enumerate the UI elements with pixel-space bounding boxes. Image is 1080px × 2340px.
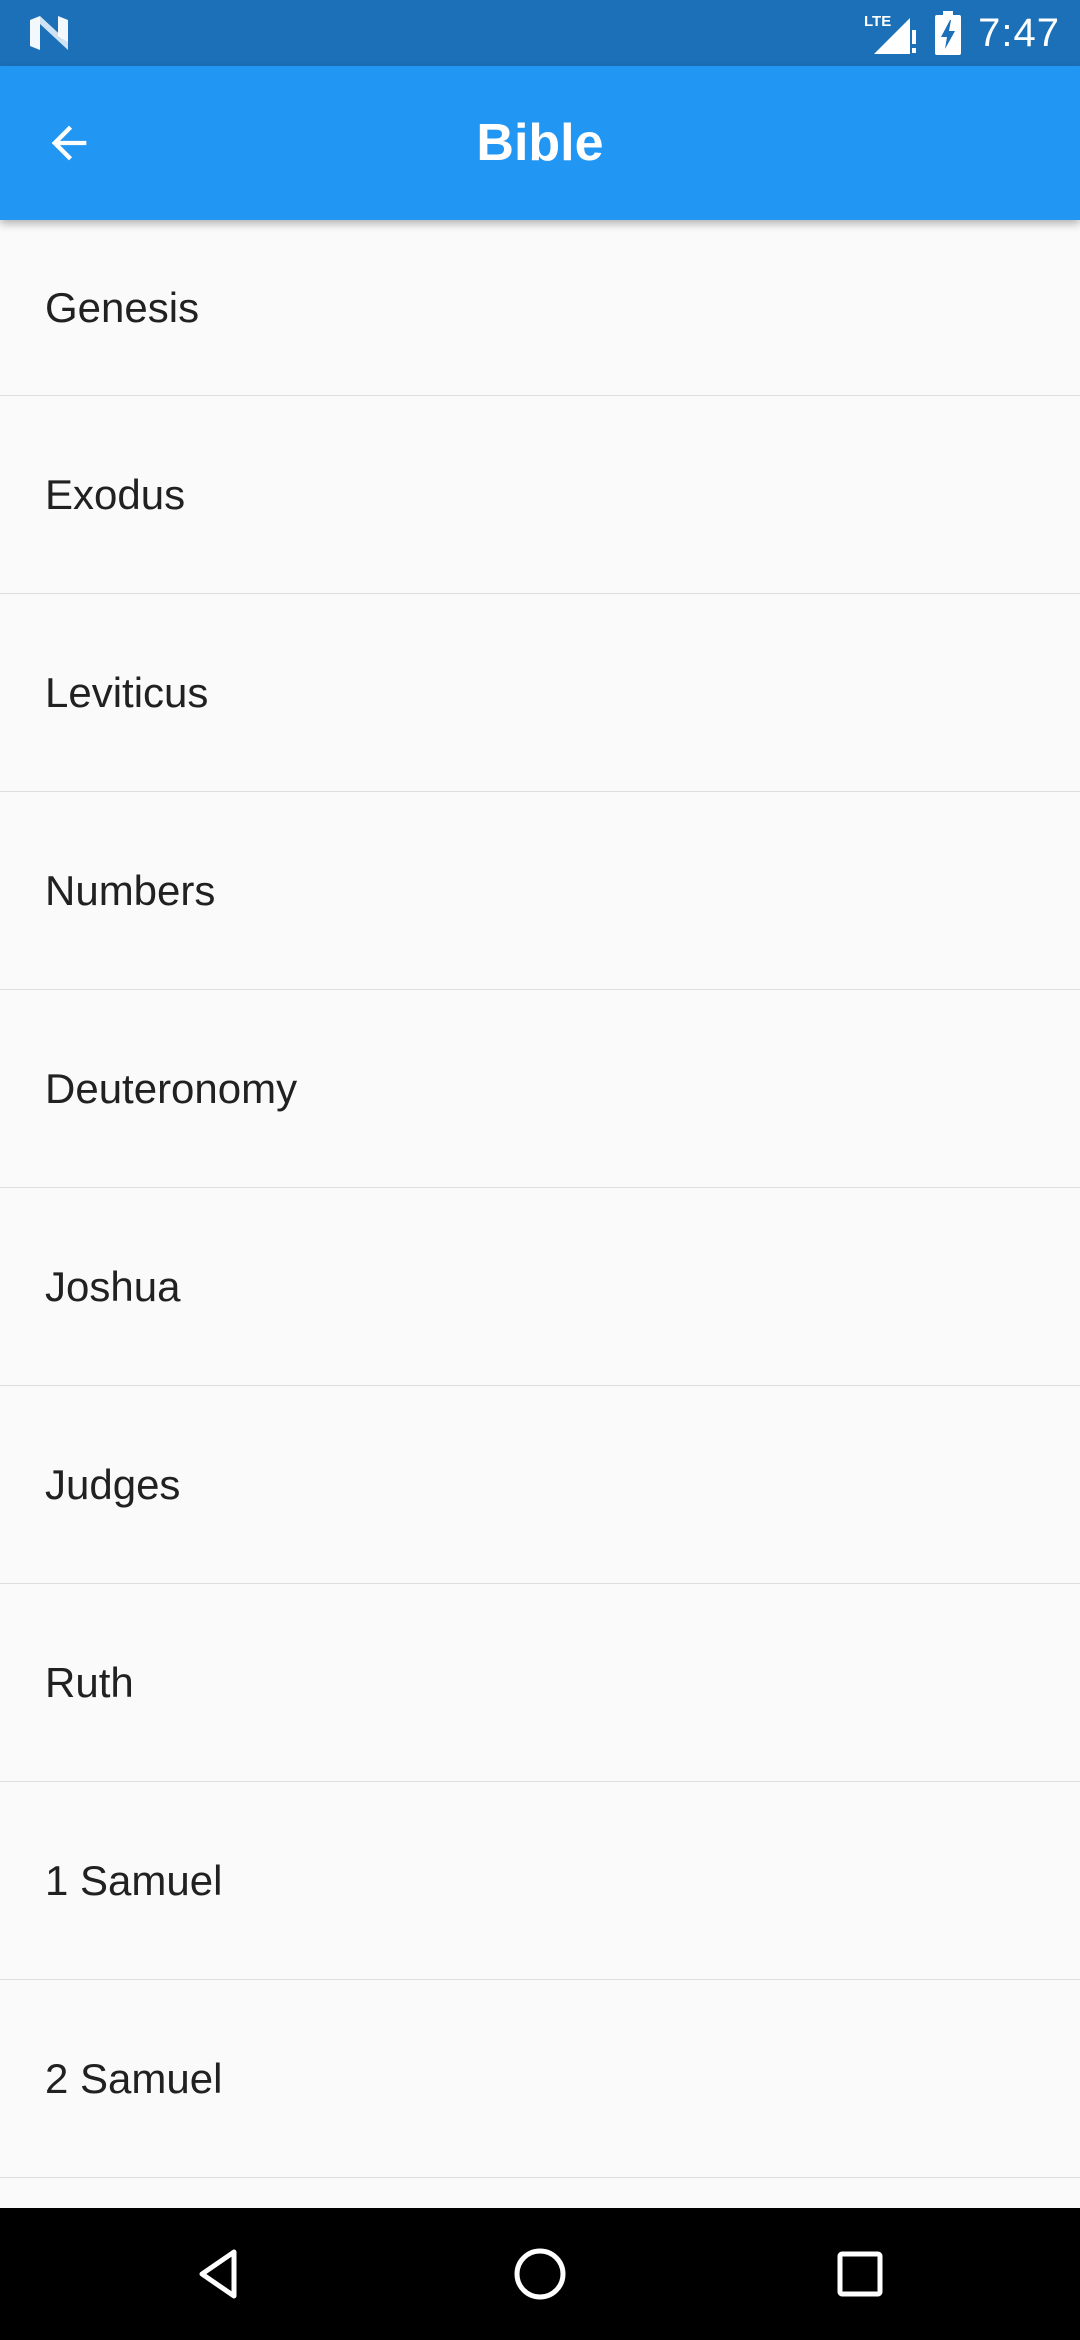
list-item-book[interactable]: 1 Samuel [0, 1782, 1080, 1980]
book-label: Genesis [45, 283, 200, 331]
list-item-book[interactable]: Deuteronomy [0, 990, 1080, 1188]
list-item-book[interactable]: Joshua [0, 1188, 1080, 1386]
book-label: 2 Samuel [45, 2054, 223, 2102]
page-title: Bible [476, 114, 604, 172]
list-item-book-partial[interactable] [0, 2178, 1080, 2208]
book-label: Ruth [45, 1658, 134, 1706]
book-label: Judges [45, 1460, 181, 1508]
lte-signal-icon: LTE [864, 13, 917, 54]
list-item-book[interactable]: Ruth [0, 1584, 1080, 1782]
list-item-book[interactable]: Judges [0, 1386, 1080, 1584]
svg-text:LTE: LTE [864, 13, 891, 30]
screen: LTE 7:47 Bible Genesis Exodus Leviticus … [0, 0, 1080, 2340]
app-bar: Bible [0, 66, 1080, 220]
nav-recents-icon [837, 2251, 883, 2297]
book-label: Numbers [45, 866, 216, 914]
book-label: Joshua [45, 1262, 181, 1310]
list-item-book[interactable]: Numbers [0, 792, 1080, 990]
nav-home-icon [514, 2248, 566, 2300]
nav-recents-button[interactable] [816, 2230, 904, 2318]
book-list: Genesis Exodus Leviticus Numbers Deutero… [0, 220, 1080, 2208]
system-nav-bar [0, 2208, 1080, 2340]
nav-back-icon [199, 2249, 237, 2299]
nav-home-button[interactable] [496, 2230, 584, 2318]
list-item-book[interactable]: Exodus [0, 396, 1080, 594]
nav-back-button[interactable] [176, 2230, 264, 2318]
book-label: Deuteronomy [45, 1064, 298, 1112]
battery-charging-icon [935, 11, 962, 55]
n-logo-icon [30, 16, 68, 50]
status-clock: 7:47 [978, 10, 1060, 55]
book-label: 1 Samuel [45, 1856, 223, 1904]
list-item-book[interactable]: Leviticus [0, 594, 1080, 792]
list-item-book[interactable]: Genesis [0, 220, 1080, 396]
list-item-book[interactable]: 2 Samuel [0, 1980, 1080, 2178]
status-icons: LTE 7:47 [864, 0, 1060, 66]
status-bar: LTE 7:47 [0, 0, 1080, 66]
book-label: Exodus [45, 470, 186, 518]
book-label: Leviticus [45, 668, 209, 716]
